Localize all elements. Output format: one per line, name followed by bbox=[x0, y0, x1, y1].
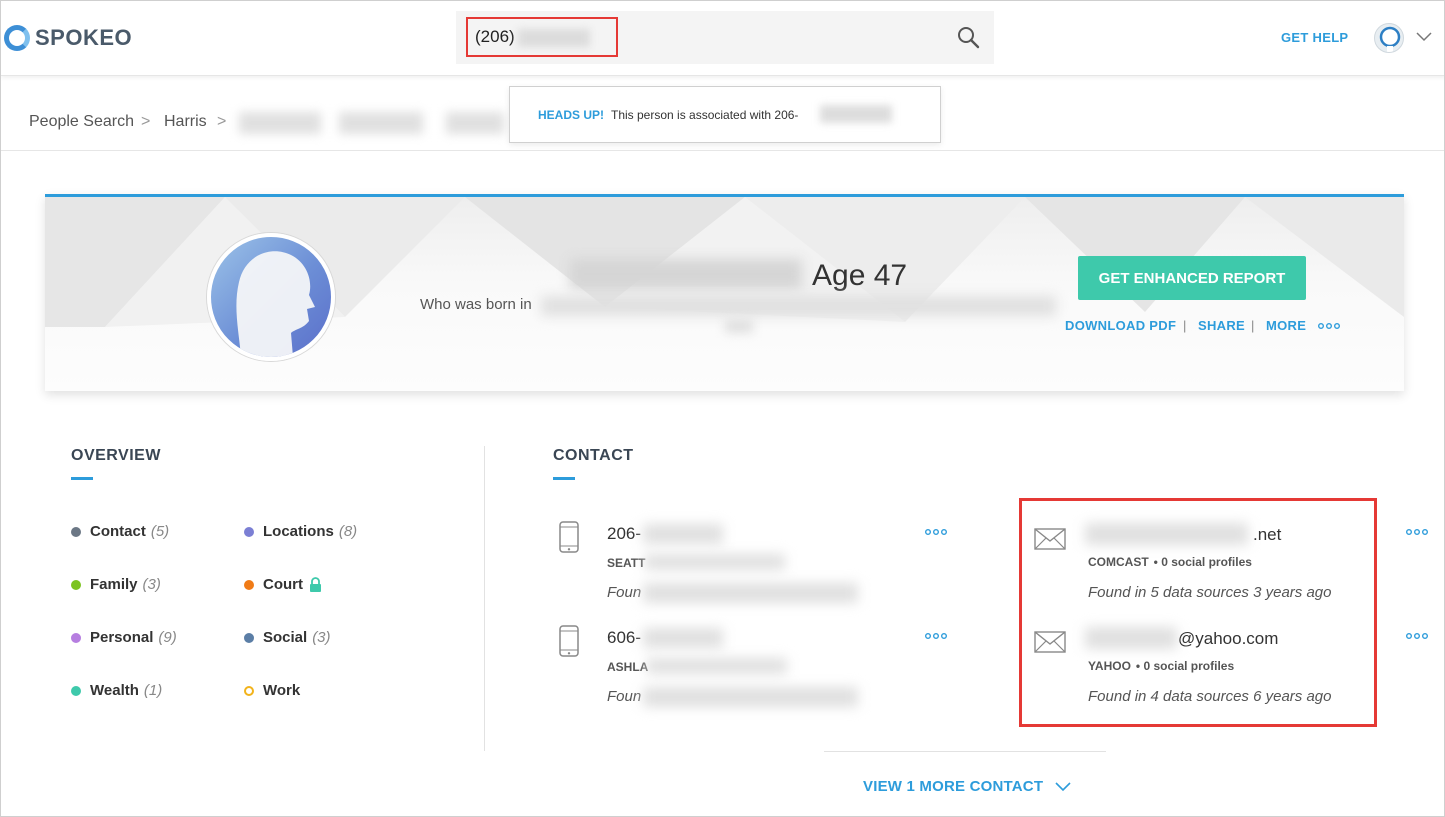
redacted-location bbox=[647, 658, 787, 674]
born-text: Who was born in bbox=[420, 296, 532, 313]
redacted-found bbox=[643, 687, 858, 707]
overview-label: Locations bbox=[263, 523, 334, 540]
phone-icon bbox=[559, 625, 579, 657]
get-help-link[interactable]: GET HELP bbox=[1281, 30, 1348, 45]
email-highlight-box bbox=[1019, 498, 1377, 727]
lock-icon bbox=[310, 577, 321, 592]
top-bar: SPOKEO GET HELP bbox=[1, 1, 1444, 76]
redacted-found bbox=[643, 583, 858, 603]
overview-item-contact[interactable]: Contact (5) bbox=[71, 523, 169, 540]
redacted-phone bbox=[643, 628, 723, 648]
overview-item-social[interactable]: Social (3) bbox=[244, 629, 331, 646]
download-pdf-link[interactable]: DOWNLOAD PDF bbox=[1065, 318, 1176, 333]
family-dot bbox=[71, 579, 81, 590]
redacted-breadcrumb bbox=[339, 112, 423, 134]
chevron-down-icon[interactable] bbox=[1415, 29, 1433, 43]
social-dot bbox=[244, 632, 254, 643]
user-avatar-icon bbox=[1379, 26, 1401, 52]
contact-underline bbox=[553, 477, 575, 480]
link-separator: | bbox=[1251, 318, 1255, 333]
phone-found: Foun bbox=[607, 688, 642, 705]
contact-dot bbox=[71, 526, 81, 537]
contact-title: CONTACT bbox=[553, 447, 634, 464]
user-avatar[interactable] bbox=[1374, 23, 1404, 53]
phone-found: Foun bbox=[607, 584, 642, 601]
redacted-breadcrumb bbox=[446, 112, 504, 134]
get-enhanced-report-button[interactable]: GET ENHANCED REPORT bbox=[1078, 256, 1306, 300]
redacted-search-text bbox=[518, 29, 590, 47]
overview-item-wealth[interactable]: Wealth (1) bbox=[71, 682, 162, 699]
profile-silhouette bbox=[207, 233, 335, 361]
redacted-alert-number bbox=[820, 105, 892, 123]
search-icon[interactable] bbox=[956, 25, 980, 49]
age-label: Age 47 bbox=[812, 259, 908, 292]
breadcrumb-harris[interactable]: Harris bbox=[164, 113, 207, 131]
breadcrumb-people-search[interactable]: People Search bbox=[29, 113, 134, 131]
redacted-born-details bbox=[725, 319, 753, 333]
redacted-breadcrumb bbox=[239, 112, 321, 134]
more-options-icon[interactable] bbox=[1318, 322, 1340, 330]
phone-options-icon[interactable] bbox=[925, 528, 947, 536]
more-link[interactable]: MORE bbox=[1266, 318, 1306, 333]
overview-label: Contact bbox=[90, 523, 146, 540]
overview-label: Social bbox=[263, 629, 308, 646]
section-divider bbox=[484, 446, 485, 751]
page-frame: SPOKEO GET HELP People Search > Harris > bbox=[0, 0, 1445, 817]
work-dot bbox=[244, 685, 254, 696]
redacted-born-details bbox=[541, 296, 1056, 316]
overview-label: Personal bbox=[90, 629, 154, 646]
heads-up-text: This person is associated with 206- bbox=[611, 108, 799, 122]
link-separator: | bbox=[1183, 318, 1187, 333]
person-silhouette-icon bbox=[236, 251, 315, 357]
redacted-name bbox=[570, 259, 802, 289]
email-options-icon[interactable] bbox=[1406, 528, 1428, 536]
redacted-location bbox=[645, 554, 785, 570]
overview-count: (3) bbox=[142, 576, 161, 593]
email-options-icon[interactable] bbox=[1406, 632, 1428, 640]
overview-count: (5) bbox=[150, 523, 170, 540]
heads-up-alert: HEADS UP! This person is associated with… bbox=[509, 86, 941, 143]
search-bar bbox=[456, 11, 994, 64]
overview-item-family[interactable]: Family (3) bbox=[71, 576, 161, 593]
view-more-contact-button[interactable]: VIEW 1 MORE CONTACT bbox=[863, 778, 1071, 795]
overview-count: (3) bbox=[312, 629, 331, 646]
overview-label: Court bbox=[263, 576, 303, 593]
profile-card: Age 47 Who was born in GET ENHANCED REPO… bbox=[45, 194, 1404, 391]
phone-location: SEATT bbox=[607, 556, 646, 570]
phone-location: ASHLA bbox=[607, 660, 649, 674]
phone-number[interactable]: 206- bbox=[607, 524, 641, 544]
spokeo-logo[interactable]: SPOKEO bbox=[4, 25, 132, 51]
breadcrumb-separator: > bbox=[141, 113, 151, 130]
phone-options-icon[interactable] bbox=[925, 632, 947, 640]
overview-title: OVERVIEW bbox=[71, 447, 161, 464]
phone-icon bbox=[559, 521, 579, 553]
phone-number[interactable]: 606- bbox=[607, 628, 641, 648]
chevron-down-icon bbox=[1055, 781, 1071, 791]
wealth-dot bbox=[71, 685, 81, 696]
overview-count: (8) bbox=[338, 523, 358, 540]
redacted-phone bbox=[643, 524, 723, 544]
view-more-divider bbox=[824, 751, 1106, 752]
logo-icon bbox=[4, 25, 30, 51]
personal-dot bbox=[71, 632, 81, 643]
overview-item-court[interactable]: Court bbox=[244, 576, 322, 593]
overview-item-work[interactable]: Work bbox=[244, 682, 300, 699]
overview-label: Work bbox=[263, 682, 301, 699]
locations-dot bbox=[244, 526, 254, 537]
court-dot bbox=[244, 579, 254, 590]
logo-text: SPOKEO bbox=[35, 25, 133, 50]
overview-label: Family bbox=[90, 576, 138, 593]
share-link[interactable]: SHARE bbox=[1198, 318, 1245, 333]
overview-label: Wealth bbox=[90, 682, 139, 699]
overview-item-personal[interactable]: Personal (9) bbox=[71, 629, 177, 646]
overview-count: (1) bbox=[143, 682, 163, 699]
breadcrumb-separator: > bbox=[217, 113, 227, 130]
view-more-label: VIEW 1 MORE CONTACT bbox=[863, 778, 1044, 795]
overview-item-locations[interactable]: Locations (8) bbox=[244, 523, 357, 540]
overview-underline bbox=[71, 477, 93, 480]
heads-up-label: HEADS UP! bbox=[538, 108, 605, 122]
overview-count: (9) bbox=[158, 629, 177, 646]
